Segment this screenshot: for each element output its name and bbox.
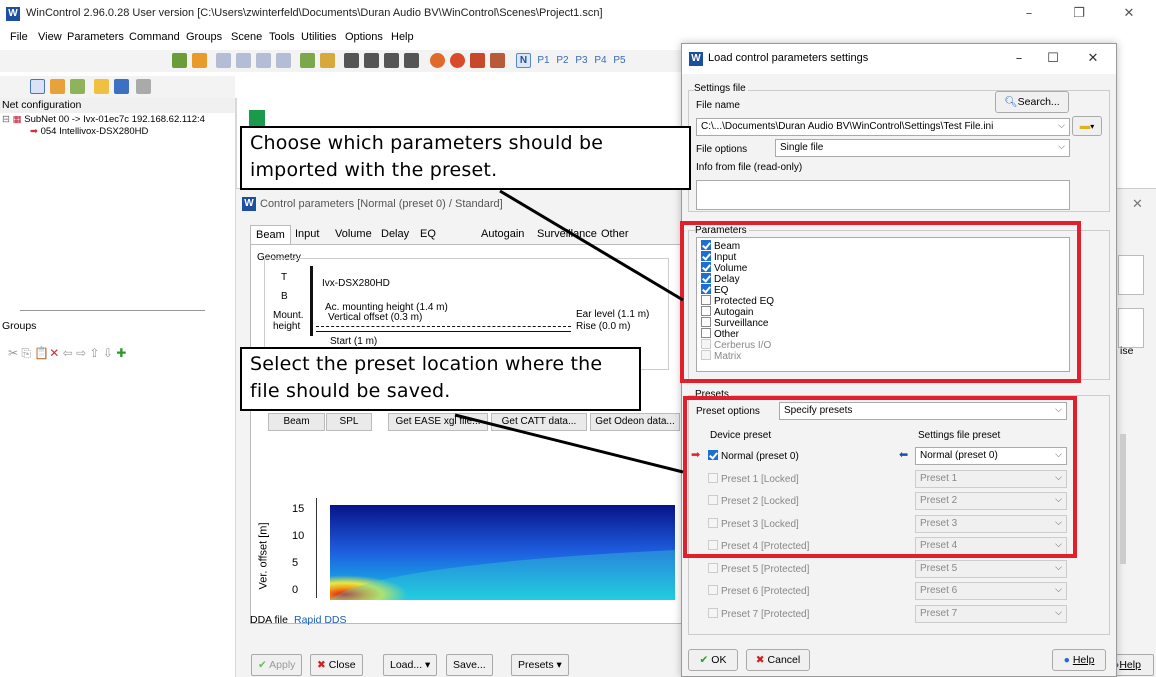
callout-presets: Select the preset location where the fil…: [240, 347, 641, 411]
callout-connectors: [454, 189, 684, 474]
callout-parameters: Choose which parameters should be import…: [240, 126, 691, 190]
connector-line-top: [499, 189, 684, 302]
connector-line-bottom: [454, 413, 684, 474]
